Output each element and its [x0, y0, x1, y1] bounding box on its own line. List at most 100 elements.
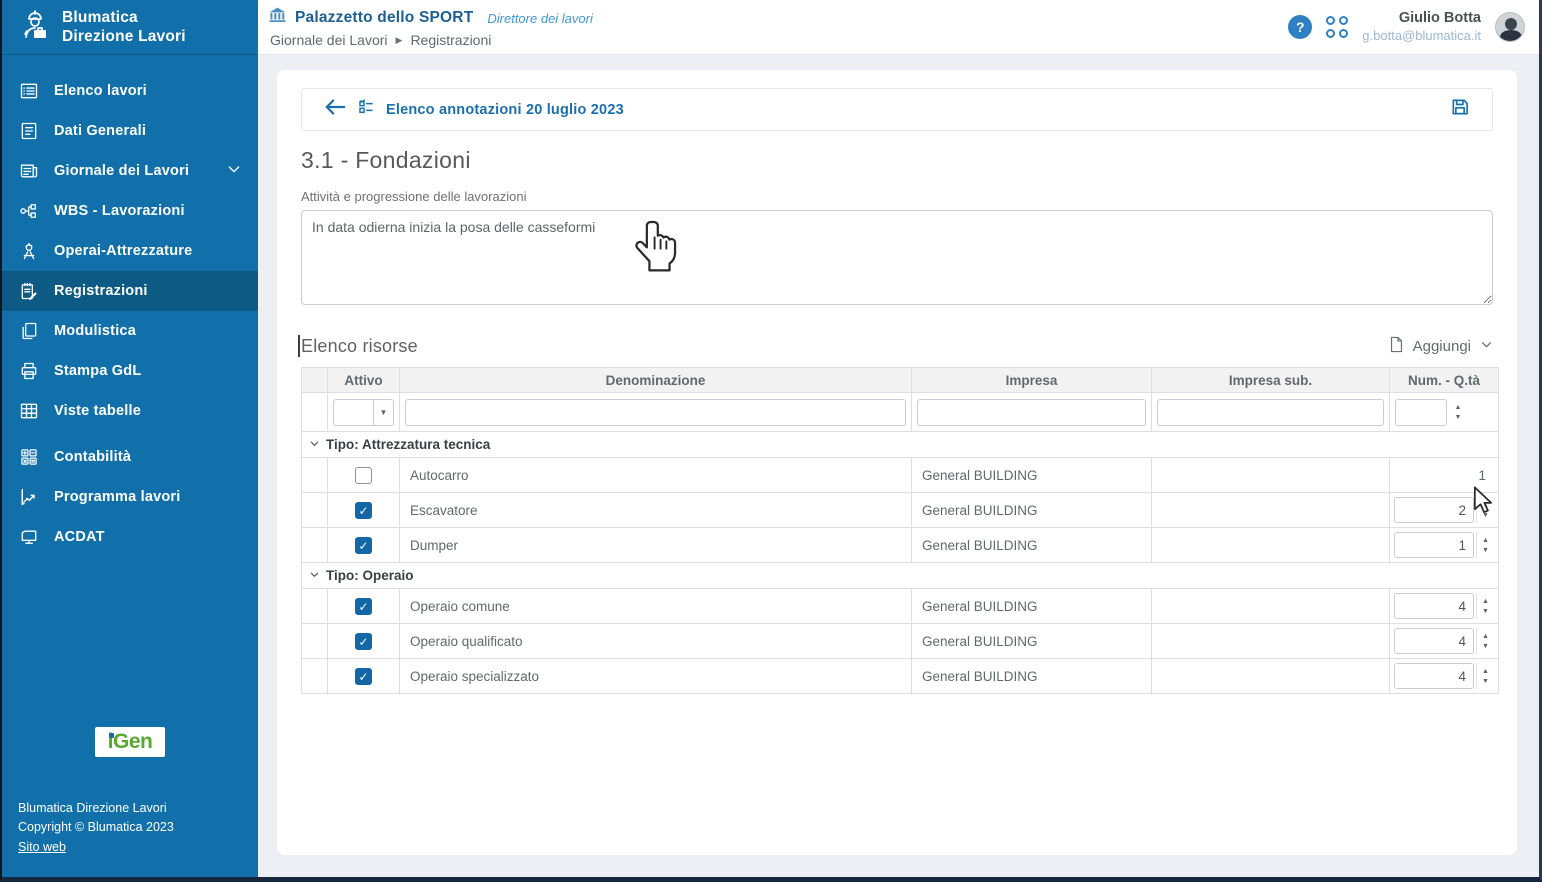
breadcrumb-separator-icon: ▶ — [396, 35, 403, 46]
active-checkbox[interactable]: ✓ — [355, 502, 372, 519]
user-email: g.botta@blumatica.it — [1362, 28, 1481, 45]
qty-spinner[interactable]: ▲▼ — [1476, 593, 1494, 619]
activity-textarea[interactable]: In data odierna inizia la posa delle cas… — [301, 210, 1493, 305]
impresa-sub-filter-input[interactable] — [1157, 399, 1384, 426]
qty-input[interactable] — [1394, 532, 1474, 558]
qty-spinner[interactable]: ▲▼ — [1476, 497, 1494, 523]
active-checkbox[interactable]: ✓ — [355, 668, 372, 685]
spinner-down-icon: ▼ — [1482, 678, 1489, 685]
annotation-list-title[interactable]: Elenco annotazioni 20 luglio 2023 — [386, 102, 624, 118]
col-attivo[interactable]: Attivo — [328, 368, 400, 393]
breadcrumb-parent[interactable]: Giornale dei Lavori — [270, 32, 388, 48]
sidebar-item-programma-lavori[interactable]: Programma lavori — [2, 477, 258, 517]
sidebar-item-wbs-lavorazioni[interactable]: WBS - Lavorazioni — [2, 191, 258, 231]
sidebar-item-giornale-dei-lavori[interactable]: Giornale dei Lavori — [2, 151, 258, 191]
printer-icon — [18, 360, 40, 382]
sidebar-item-modulistica[interactable]: Modulistica — [2, 311, 258, 351]
avatar[interactable] — [1495, 12, 1525, 42]
org-chart-icon — [18, 200, 40, 222]
qty-value: 1 — [1394, 468, 1494, 483]
qty-spinner[interactable]: ▲▼ — [1476, 628, 1494, 654]
qty-input[interactable] — [1394, 593, 1474, 619]
sidebar-item-elenco-lavori[interactable]: Elenco lavori — [2, 71, 258, 111]
form-icon — [18, 120, 40, 142]
resource-name: Operaio qualificato — [400, 624, 912, 659]
row-expander-cell — [302, 624, 328, 659]
chevron-down-icon[interactable] — [306, 569, 322, 580]
annotation-toolbar: Elenco annotazioni 20 luglio 2023 — [301, 88, 1493, 131]
activity-label: Attività e progressione delle lavorazion… — [301, 189, 1493, 204]
col-impresa-sub[interactable]: Impresa sub. — [1152, 368, 1390, 393]
sidebar-item-label: WBS - Lavorazioni — [54, 203, 185, 219]
resource-company: General BUILDING — [912, 493, 1152, 528]
sidebar-item-dati-generali[interactable]: Dati Generali — [2, 111, 258, 151]
row-expander-cell — [302, 458, 328, 493]
resource-name: Operaio comune — [400, 589, 912, 624]
active-checkbox[interactable]: ✓ — [355, 598, 372, 615]
list-icon — [18, 80, 40, 102]
apps-grid-icon[interactable] — [1326, 16, 1348, 38]
resource-company: General BUILDING — [912, 624, 1152, 659]
add-resource-button[interactable]: Aggiungi — [1389, 336, 1493, 357]
denominazione-filter-input[interactable] — [405, 399, 906, 426]
sidebar-item-acdat[interactable]: ACDAT — [2, 517, 258, 557]
col-impresa[interactable]: Impresa — [912, 368, 1152, 393]
active-cell: ✓ — [328, 589, 400, 624]
sito-web-link[interactable]: Sito web — [18, 840, 66, 854]
sidebar-item-operai-attrezzature[interactable]: Operai-Attrezzature — [2, 231, 258, 271]
footer-line2: Copyright © Blumatica 2023 — [18, 818, 242, 837]
sidebar-item-label: Viste tabelle — [54, 403, 141, 419]
sidebar: Blumatica Direzione Lavori Elenco lavori… — [2, 0, 258, 877]
resource-name: Operaio specializzato — [400, 659, 912, 694]
content-card: Elenco annotazioni 20 luglio 2023 3.1 - … — [277, 70, 1517, 855]
sidebar-item-label: Modulistica — [54, 323, 136, 339]
active-checkbox[interactable]: ✓ — [355, 537, 372, 554]
qty-spinner[interactable]: ▲▼ — [1476, 663, 1494, 689]
save-button[interactable] — [1450, 97, 1470, 122]
add-resource-label: Aggiungi — [1413, 338, 1471, 355]
brand: Blumatica Direzione Lavori — [2, 0, 258, 55]
file-icon — [1389, 336, 1404, 357]
resource-qty-cell: ▲▼ — [1390, 624, 1499, 659]
qty-filter-input[interactable] — [1395, 399, 1447, 426]
group-row: Tipo: Operaio — [302, 563, 1499, 589]
help-button[interactable]: ? — [1288, 15, 1312, 39]
brand-name: Blumatica Direzione Lavori — [62, 8, 186, 47]
project-name[interactable]: Palazzetto dello SPORT — [295, 9, 473, 27]
qty-input[interactable] — [1394, 497, 1474, 523]
attivo-filter-dropdown[interactable]: ▼ — [333, 399, 394, 426]
resource-company: General BUILDING — [912, 659, 1152, 694]
sidebar-item-registrazioni[interactable]: Registrazioni — [2, 271, 258, 311]
resource-subcompany — [1152, 589, 1390, 624]
sidebar-item-label: Stampa GdL — [54, 363, 141, 379]
table-row: AutocarroGeneral BUILDING1 — [302, 458, 1499, 493]
active-checkbox[interactable]: ✓ — [355, 633, 372, 650]
impresa-filter-input[interactable] — [917, 399, 1146, 426]
qty-input[interactable] — [1394, 663, 1474, 689]
sidebar-item-contabilita[interactable]: Contabilità — [2, 437, 258, 477]
table-row: ✓EscavatoreGeneral BUILDING▲▼ — [302, 493, 1499, 528]
back-arrow-button[interactable] — [324, 98, 346, 121]
row-expander-cell — [302, 589, 328, 624]
chevron-down-icon[interactable] — [306, 438, 322, 449]
table-row: ✓ Operaio comuneGeneral BUILDING ▲▼ — [302, 589, 1499, 624]
sidebar-item-label: Dati Generali — [54, 123, 146, 139]
sidebar-item-label: Giornale dei Lavori — [54, 163, 189, 179]
resources-tbody: Tipo: Attrezzatura tecnicaAutocarroGener… — [302, 432, 1499, 694]
table-row: ✓ Operaio specializzatoGeneral BUILDING ▲▼ — [302, 659, 1499, 694]
col-denominazione[interactable]: Denominazione — [400, 368, 912, 393]
sidebar-item-viste-tabelle[interactable]: Viste tabelle — [2, 391, 258, 431]
sidebar-item-stampa-gdl[interactable]: Stampa GdL — [2, 351, 258, 391]
qty-filter-spinner[interactable]: ▲▼ — [1449, 404, 1467, 421]
qty-input[interactable] — [1394, 628, 1474, 654]
resource-company: General BUILDING — [912, 589, 1152, 624]
documents-icon — [18, 320, 40, 342]
col-num-qta[interactable]: Num. - Q.tà — [1390, 368, 1499, 393]
active-checkbox[interactable] — [355, 467, 372, 484]
chevron-down-icon[interactable] — [226, 161, 242, 181]
content-area: Elenco annotazioni 20 luglio 2023 3.1 - … — [258, 55, 1539, 877]
resource-qty-cell: ▲▼ — [1390, 528, 1499, 563]
notepad-pencil-icon — [18, 280, 40, 302]
qty-spinner[interactable]: ▲▼ — [1476, 532, 1494, 558]
spinner-up-icon: ▲ — [1482, 633, 1489, 640]
